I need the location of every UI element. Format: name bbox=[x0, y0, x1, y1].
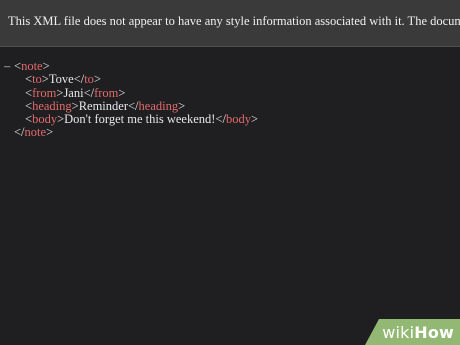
element-tag-name: body bbox=[32, 112, 58, 127]
tag-bracket-close: > bbox=[178, 98, 186, 113]
closing-tag-bracket: </ bbox=[215, 112, 226, 127]
xml-root-open-line: – <note> bbox=[0, 59, 460, 73]
info-bar: This XML file does not appear to have an… bbox=[0, 0, 460, 47]
watermark-logo-text: wikiHow bbox=[382, 323, 454, 342]
tag-bracket-close: > bbox=[71, 98, 79, 113]
tag-bracket-open: < bbox=[25, 98, 33, 113]
closing-tag-bracket: </ bbox=[83, 85, 95, 100]
xml-root-close-line: </note> bbox=[0, 126, 460, 139]
watermark-wiki-text: wiki bbox=[382, 323, 415, 342]
element-tag-name: heading bbox=[32, 98, 72, 113]
tag-bracket-close: > bbox=[46, 125, 54, 140]
element-tag-name: to bbox=[32, 72, 42, 87]
element-closing-tag-name: heading bbox=[138, 98, 179, 113]
root-closing-tag-name: note bbox=[24, 125, 47, 140]
root-tag-name: note bbox=[21, 59, 43, 73]
tag-bracket-close: > bbox=[250, 112, 259, 127]
collapse-toggle-icon[interactable]: – bbox=[4, 59, 10, 73]
element-text: Reminder bbox=[78, 98, 128, 113]
tag-bracket-open: < bbox=[25, 85, 33, 100]
xml-element-line: <body>Don't forget me this weekend!</bod… bbox=[0, 113, 460, 126]
tag-bracket-open: < bbox=[14, 59, 22, 73]
element-closing-tag-name: to bbox=[84, 72, 94, 87]
tag-bracket-close: > bbox=[41, 72, 49, 87]
tag-bracket-open: < bbox=[25, 112, 33, 127]
element-text: Tove bbox=[48, 72, 74, 87]
element-text: Jani bbox=[63, 85, 84, 100]
element-closing-tag-name: from bbox=[94, 85, 119, 100]
xml-viewer-page: This XML file does not appear to have an… bbox=[0, 0, 460, 345]
tag-bracket-close: > bbox=[42, 59, 50, 73]
closing-tag-bracket: </ bbox=[73, 72, 85, 87]
closing-tag-bracket: </ bbox=[128, 98, 139, 113]
xml-tree: – <note> <to>Tove</to> <from>Jani</from>… bbox=[0, 59, 460, 140]
xml-element-line: <heading>Reminder</heading> bbox=[0, 98, 460, 113]
closing-tag-bracket: </ bbox=[14, 125, 25, 140]
element-closing-tag-name: body bbox=[225, 112, 251, 127]
tag-bracket-close: > bbox=[93, 72, 101, 87]
watermark-how-text: How bbox=[414, 323, 454, 342]
xml-element-line: <from>Jani</from> bbox=[0, 85, 460, 100]
element-text: Don't forget me this weekend! bbox=[64, 112, 216, 127]
wikihow-watermark: wikiHow bbox=[365, 319, 460, 345]
tag-bracket-open: < bbox=[25, 72, 33, 87]
info-message: This XML file does not appear to have an… bbox=[8, 14, 460, 28]
element-tag-name: from bbox=[32, 85, 57, 100]
tag-bracket-close: > bbox=[118, 85, 126, 100]
xml-element-line: <to>Tove</to> bbox=[0, 73, 460, 86]
